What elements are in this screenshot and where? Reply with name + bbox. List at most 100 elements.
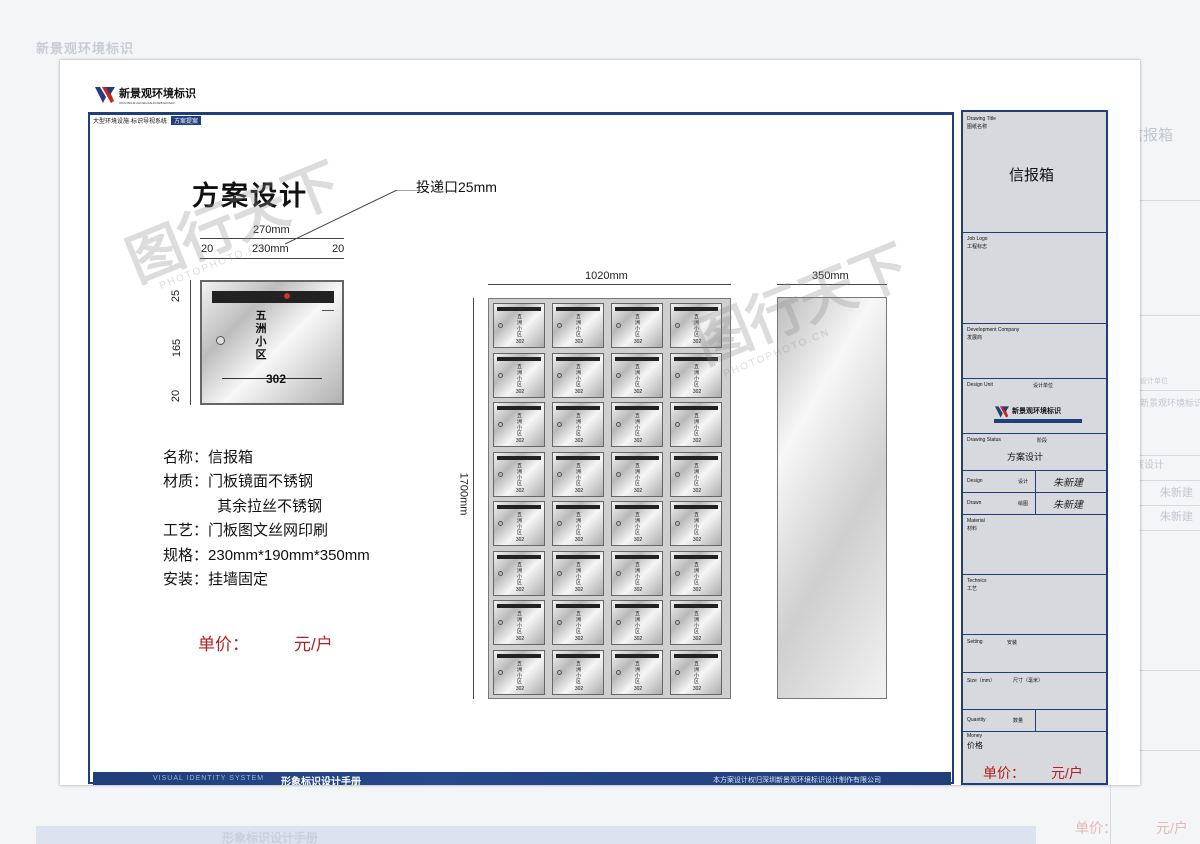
mailbox-cell: 五洲小区 302 (611, 303, 663, 348)
mailbox-cell: 五洲小区 302 (611, 600, 663, 645)
cell-number: 302 (574, 388, 584, 395)
mailbox-cabinet: 五洲小区 302 五洲小区 302 五洲小区 302 五洲小区 302 五洲小区 302 五洲小区 3… (488, 298, 731, 699)
cell-number: 302 (633, 537, 643, 543)
mailbox-cell: 五洲小区 302 (611, 550, 663, 596)
cell-number: 302 (692, 586, 702, 593)
cell-number: 302 (633, 438, 643, 444)
lock-icon (498, 521, 503, 526)
mail-slot (497, 505, 541, 509)
design-unit-logo: 新景观环境标识 (988, 403, 1088, 427)
mail-slot (556, 505, 600, 509)
cell-label: 五洲小区 (516, 363, 522, 388)
mailbox-cell: 五洲小区 302 (670, 451, 722, 497)
lock-icon (498, 323, 503, 328)
mail-slot (615, 356, 659, 361)
cell-label: 五洲小区 (516, 512, 522, 536)
cell-label: 五洲小区 (634, 611, 640, 635)
tagline-text: 大型环境设施·标识导视系统 (93, 119, 167, 125)
mail-slot (674, 307, 718, 311)
mailbox-cell: 五洲小区 302 (493, 600, 545, 645)
designer-signature: 朱新建 (1053, 478, 1083, 489)
dim-line-height (190, 280, 191, 405)
cell-label: 五洲小区 (516, 462, 522, 487)
mail-slot (556, 455, 600, 460)
lock-icon (498, 669, 503, 675)
dim-line-depth (777, 284, 887, 285)
background-logo: 新景观环境标识 (36, 41, 135, 56)
mail-slot (674, 505, 718, 509)
spec-row: 名称：信报箱 (163, 449, 254, 466)
slot-callout: 投递口25mm (416, 179, 497, 195)
cell-label: 五洲小区 (634, 660, 640, 685)
cell-number: 302 (633, 487, 643, 494)
indicator-dot (284, 293, 290, 299)
mailbox-cell: 五洲小区 302 (670, 303, 722, 348)
mailbox-cell: 五洲小区 302 (552, 352, 604, 398)
mail-slot (674, 653, 718, 658)
dim-bottom-margin: 20 (170, 389, 183, 403)
lock-icon (498, 620, 503, 625)
cell-number: 302 (633, 636, 643, 642)
design-sheet: 新景观环境标识 XINJINGGUANHUANJINGBIAOSHI 大型环境设… (60, 60, 1140, 785)
mailbox-cell: 五洲小区 302 (552, 600, 604, 645)
cell-number: 302 (574, 586, 584, 593)
dim-cabinet-width: 1020mm (585, 270, 628, 282)
cell-number: 302 (692, 487, 702, 494)
mail-slot (497, 455, 541, 460)
lock-icon (675, 570, 680, 576)
lock-icon (498, 570, 503, 576)
dim-inner-width: 230mm (252, 243, 289, 255)
mail-slot (615, 406, 659, 410)
mail-slot (674, 554, 718, 559)
mailbox-cell: 五洲小区 302 (552, 550, 604, 596)
cell-number: 302 (574, 685, 584, 692)
mailbox-cell: 五洲小区 302 (552, 303, 604, 348)
mail-slot (615, 505, 659, 509)
cell-number: 302 (633, 339, 643, 345)
cell-number: 302 (515, 586, 525, 593)
cell-label: 五洲小区 (575, 462, 581, 487)
cell-label: 五洲小区 (575, 561, 581, 586)
callout-leader (285, 190, 421, 245)
mailbox-cell: 五洲小区 302 (493, 649, 545, 695)
dim-cabinet-depth: 350mm (812, 270, 849, 282)
dim-cabinet-height: 1700mm (457, 472, 470, 516)
mail-slot (674, 604, 718, 608)
mailbox-cell: 五洲小区 302 (611, 501, 663, 546)
cell-label: 五洲小区 (634, 561, 640, 586)
dim-line-inner (200, 258, 344, 259)
cell-number: 302 (574, 438, 584, 444)
lock-icon (498, 422, 503, 427)
mail-slot (615, 307, 659, 311)
mailbox-cell: 五洲小区 302 (611, 402, 663, 447)
mail-slot (674, 356, 718, 361)
mailbox-cell: 五洲小区 302 (611, 649, 663, 695)
cell-number: 302 (574, 636, 584, 642)
dim-line-cabinet-width (488, 284, 731, 285)
mailbox-cell: 五洲小区 302 (493, 550, 545, 596)
mail-slot (497, 307, 541, 311)
lock-icon (616, 521, 621, 526)
background-price-label: 单价： (1075, 820, 1117, 836)
cell-label: 五洲小区 (516, 413, 522, 437)
mailbox-front: 五洲小区 302 (200, 280, 344, 405)
lock-icon (675, 669, 680, 675)
mail-slot (615, 554, 659, 559)
mailbox-cell: 五洲小区 302 (670, 402, 722, 447)
lock-icon (616, 372, 621, 378)
lock-icon (498, 372, 503, 378)
cell-label: 五洲小区 (693, 561, 699, 586)
cell-label: 五洲小区 (575, 512, 581, 536)
lock-icon (557, 620, 562, 625)
tagline: 大型环境设施·标识导视系统 方案提案 (93, 116, 205, 125)
cell-label: 五洲小区 (693, 611, 699, 635)
mail-slot (615, 653, 659, 658)
cell-number: 302 (692, 636, 702, 642)
price-label: 单价： (198, 635, 249, 654)
background-price-unit: 元/户 (1156, 820, 1188, 836)
footer-cn: 形象标识设计手册 (281, 777, 361, 785)
cell-label: 五洲小区 (516, 561, 522, 586)
background-footer (36, 826, 1036, 844)
mailbox-cell: 五洲小区 302 (670, 600, 722, 645)
cell-label: 五洲小区 (693, 363, 699, 388)
